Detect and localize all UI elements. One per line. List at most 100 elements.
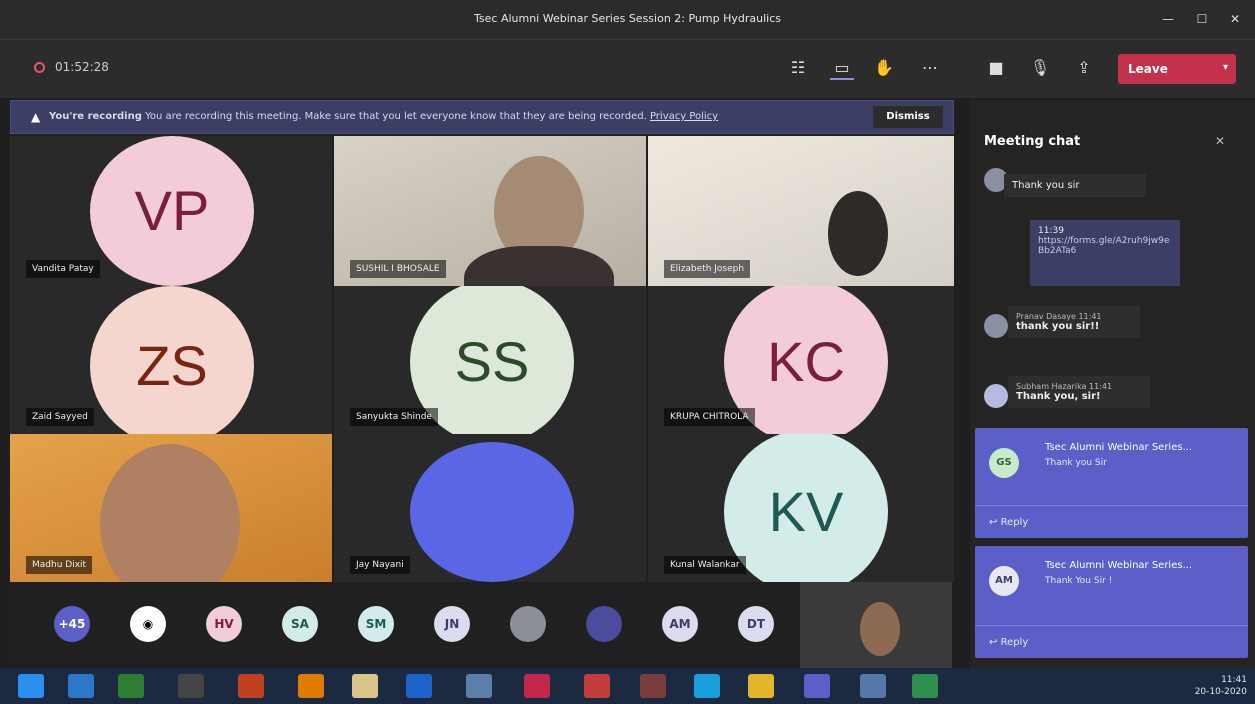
microphone-icon[interactable]: 🎙 xyxy=(1028,56,1052,80)
chevron-down-icon[interactable]: ▾ xyxy=(1223,62,1228,73)
notification-sender: Tsec Alumni Webinar Series... xyxy=(1045,442,1193,453)
participant-name: SUSHIL I BHOSALE xyxy=(350,260,446,278)
banner-text: You're recording You are recording this … xyxy=(49,111,718,122)
banner-message: You are recording this meeting. Make sur… xyxy=(145,111,647,122)
person-head xyxy=(828,191,888,276)
chat-icon[interactable]: ▭ xyxy=(830,56,854,80)
chat-notification-card[interactable]: GS Tsec Alumni Webinar Series... Thank y… xyxy=(975,428,1248,538)
more-participants-button[interactable]: +45 xyxy=(54,606,90,642)
maximize-icon[interactable]: ☐ xyxy=(1192,10,1212,28)
strip-avatar-photo[interactable] xyxy=(586,606,622,642)
participant-name: KRUPA CHITROLA xyxy=(664,408,755,426)
banner-title: You're recording xyxy=(49,111,142,122)
strip-avatar[interactable]: SA xyxy=(282,606,318,642)
sender-name: Subham Hazarika xyxy=(1016,382,1087,391)
windows-taskbar: 11:41 20-10-2020 xyxy=(0,668,1255,704)
leave-button[interactable]: Leave ▾ xyxy=(1118,54,1236,84)
participant-video[interactable]: Madhu Dixit xyxy=(10,434,332,582)
camera-icon[interactable]: ■ xyxy=(984,56,1008,80)
avatar-initials: ZS xyxy=(136,334,208,397)
teams-icon[interactable] xyxy=(804,674,830,698)
chat-message: Thank you sir xyxy=(1004,174,1146,197)
participant-strip: +45 ◉ HV SA SM JN AM DT xyxy=(10,584,796,666)
avatar-initials: KC xyxy=(767,330,845,393)
message-link[interactable]: https://forms.gle/A2ruh9jw9eBb2ATa6 xyxy=(1038,236,1172,256)
windows-start-icon[interactable] xyxy=(18,674,44,698)
meeting-timer: 01:52:28 xyxy=(55,60,109,74)
participant-video[interactable]: SUSHIL I BHOSALE xyxy=(334,136,646,286)
strip-avatar[interactable]: AM xyxy=(662,606,698,642)
privacy-policy-link[interactable]: Privacy Policy xyxy=(650,111,718,122)
avatar-initials: SS xyxy=(454,330,530,393)
person-head xyxy=(860,602,900,656)
participant-tile[interactable]: SS Sanyukta Shinde xyxy=(334,286,646,434)
participant-tile[interactable]: Jay Nayani xyxy=(334,434,646,582)
clock-date: 20-10-2020 xyxy=(1194,687,1247,697)
participant-tile[interactable]: KC KRUPA CHITROLA xyxy=(648,286,954,434)
raise-hand-icon[interactable]: ✋ xyxy=(872,56,896,80)
reply-label: Reply xyxy=(1000,637,1029,648)
app-icon[interactable] xyxy=(238,674,264,698)
app-icon[interactable] xyxy=(584,674,610,698)
participant-tile[interactable]: KV Kunal Walankar xyxy=(648,434,954,582)
message-time: 11:39 xyxy=(1038,226,1064,236)
person-head xyxy=(100,444,240,582)
close-chat-icon[interactable]: ✕ xyxy=(1215,134,1225,148)
self-view[interactable] xyxy=(800,582,952,668)
participant-name: Zaid Sayyed xyxy=(26,408,94,426)
dismiss-button[interactable]: Dismiss xyxy=(873,106,943,128)
participant-tile[interactable]: ZS Zaid Sayyed xyxy=(10,286,332,434)
chrome-icon[interactable] xyxy=(748,674,774,698)
notification-text: Thank You Sir ! xyxy=(1045,576,1113,586)
participants-icon[interactable]: ☷ xyxy=(786,56,810,80)
close-icon[interactable]: ✕ xyxy=(1225,10,1245,28)
chat-message: Pranav Dasaye 11:41 thank you sir!! xyxy=(1008,306,1140,338)
app-icon[interactable] xyxy=(466,674,492,698)
avatar: VP xyxy=(90,136,254,286)
reply-button[interactable]: ↩ Reply xyxy=(989,517,1028,528)
app-icon[interactable] xyxy=(524,674,550,698)
minimize-icon[interactable]: — xyxy=(1158,10,1178,28)
reply-label: Reply xyxy=(1000,517,1029,528)
strip-avatar[interactable]: HV xyxy=(206,606,242,642)
avatar: GS xyxy=(989,448,1019,478)
app-icon[interactable] xyxy=(406,674,432,698)
vlc-icon[interactable] xyxy=(298,674,324,698)
notification-sender: Tsec Alumni Webinar Series... xyxy=(1045,560,1193,571)
message-time: 11:41 xyxy=(1089,382,1113,391)
video-grid: VP Vandita Patay SUSHIL I BHOSALE Elizab… xyxy=(0,136,956,582)
share-screen-icon[interactable]: ⇪ xyxy=(1072,56,1096,80)
participant-video[interactable]: Elizabeth Joseph xyxy=(648,136,954,286)
participant-tile[interactable]: VP Vandita Patay xyxy=(10,136,332,286)
meeting-toolbar: 01:52:28 ☷ ▭ ✋ ⋯ ■ 🎙 ⇪ Leave ▾ xyxy=(0,40,1255,98)
strip-avatar-photo[interactable] xyxy=(510,606,546,642)
app-icon[interactable] xyxy=(118,674,144,698)
app-icon[interactable] xyxy=(178,674,204,698)
app-icon[interactable] xyxy=(694,674,720,698)
strip-avatar[interactable]: ◉ xyxy=(130,606,166,642)
avatar-initials: VP xyxy=(134,179,210,242)
strip-avatar[interactable]: DT xyxy=(738,606,774,642)
message-text: Thank you, sir! xyxy=(1016,391,1101,402)
app-icon[interactable] xyxy=(912,674,938,698)
recording-icon xyxy=(34,62,45,73)
warning-icon: ▲ xyxy=(31,110,41,124)
participant-name: Vandita Patay xyxy=(26,260,100,278)
avatar xyxy=(984,314,1008,338)
participant-name: Kunal Walankar xyxy=(664,556,746,574)
sender-name: Pranav Dasaye xyxy=(1016,312,1076,321)
chat-message-own: 11:39 https://forms.gle/A2ruh9jw9eBb2ATa… xyxy=(1030,220,1180,286)
strip-avatar[interactable]: SM xyxy=(358,606,394,642)
app-icon[interactable] xyxy=(640,674,666,698)
system-clock[interactable]: 11:41 20-10-2020 xyxy=(1195,674,1247,698)
participant-name: Jay Nayani xyxy=(350,556,410,574)
file-explorer-icon[interactable] xyxy=(352,674,378,698)
more-options-icon[interactable]: ⋯ xyxy=(918,56,942,80)
chat-notification-card[interactable]: AM Tsec Alumni Webinar Series... Thank Y… xyxy=(975,546,1248,658)
app-icon[interactable] xyxy=(860,674,886,698)
reply-button[interactable]: ↩ Reply xyxy=(989,637,1028,648)
strip-avatar[interactable]: JN xyxy=(434,606,470,642)
edge-icon[interactable] xyxy=(68,674,94,698)
avatar xyxy=(984,384,1008,408)
message-text: thank you sir!! xyxy=(1016,321,1100,332)
